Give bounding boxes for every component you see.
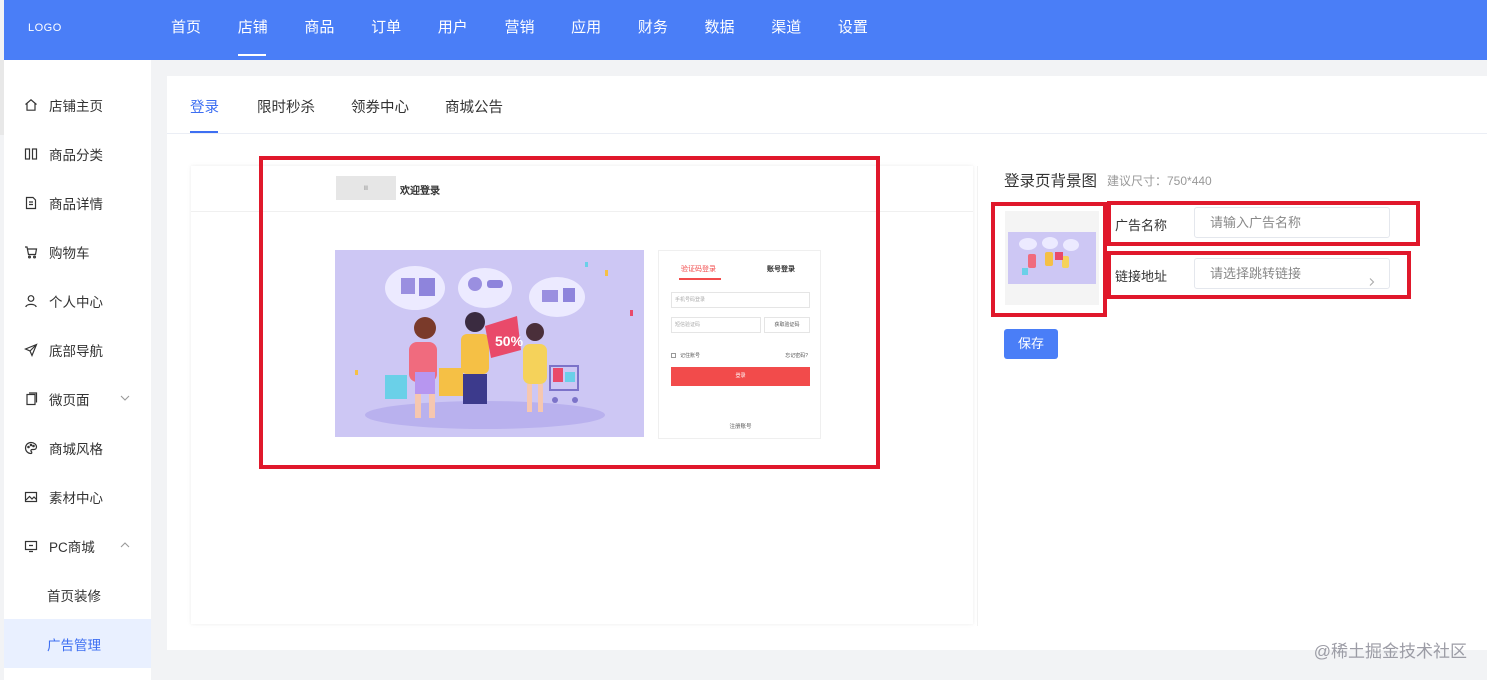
ad-name-label: 广告名称 <box>1115 218 1168 233</box>
config-title: 登录页背景图 <box>1004 173 1098 190</box>
sidebar-item-cart[interactable]: 购物车 <box>4 227 151 276</box>
logo: LOGO <box>28 22 62 34</box>
preview-forgot-link[interactable]: 忘记密码? <box>785 352 808 359</box>
panel-divider <box>977 166 978 626</box>
sidebar: 店铺主页 商品分类 商品详情 购物车 个人中心 底部导航 微页面 商城风格 素材… <box>4 60 151 680</box>
preview-tab-sms-login[interactable]: 验证码登录 <box>681 264 716 274</box>
sale-badge-text: 50% <box>495 333 524 349</box>
tab-bar: 登录 限时秒杀 领券中心 商城公告 <box>167 76 1487 134</box>
cart-icon <box>24 245 38 259</box>
watermark: @稀土掘金技术社区 <box>1313 642 1467 661</box>
nav-finance[interactable]: 财务 <box>638 0 705 60</box>
sidebar-item-label: PC商城 <box>49 539 95 555</box>
login-background-illustration[interactable]: 50% <box>335 250 644 437</box>
main-nav: 首页 店铺 商品 订单 用户 营销 应用 财务 数据 渠道 设置 <box>171 0 905 60</box>
save-button[interactable]: 保存 <box>1004 329 1058 359</box>
sidebar-item-label: 个人中心 <box>49 294 103 310</box>
chevron-up-icon[interactable] <box>119 539 131 551</box>
preview-logo-placeholder: Ⅲ <box>336 176 396 200</box>
document-icon <box>24 196 38 210</box>
background-thumbnail[interactable] <box>1005 211 1099 305</box>
sidebar-item-label: 微页面 <box>49 392 90 408</box>
sidebar-item-pc-mall[interactable]: PC商城 <box>4 521 151 570</box>
image-icon <box>24 490 38 504</box>
palette-icon <box>24 441 38 455</box>
sidebar-subitem-home-decoration[interactable]: 首页装修 <box>4 570 151 619</box>
nav-home[interactable]: 首页 <box>171 0 238 60</box>
preview-remember-checkbox[interactable]: 记住账号 <box>671 352 700 359</box>
sidebar-item-goods-detail[interactable]: 商品详情 <box>4 178 151 227</box>
sidebar-item-label: 商品详情 <box>49 196 103 212</box>
home-icon <box>24 98 38 112</box>
sidebar-item-label: 商城风格 <box>49 441 103 457</box>
columns-icon <box>24 147 38 161</box>
ad-name-input[interactable]: 请输入广告名称 <box>1194 207 1390 238</box>
preview-welcome-text: 欢迎登录 <box>400 186 440 197</box>
link-select-placeholder: 请选择跳转链接 <box>1210 266 1302 281</box>
login-page-preview: Ⅲ 欢迎登录 50% 验证码登录 账号登录 手机号码登录 短信验证码 获取验证码… <box>191 166 973 624</box>
chevron-down-icon[interactable] <box>119 392 131 404</box>
top-navbar: LOGO 首页 店铺 商品 订单 用户 营销 应用 财务 数据 渠道 设置 <box>4 0 1487 60</box>
remember-label: 记住账号 <box>680 353 701 359</box>
preview-register-link[interactable]: 注册账号 <box>659 422 822 430</box>
tab-mall-notice[interactable]: 商城公告 <box>445 96 503 117</box>
tab-flash-sale[interactable]: 限时秒杀 <box>257 96 315 117</box>
link-select[interactable]: 请选择跳转链接 <box>1194 258 1390 289</box>
link-address-label: 链接地址 <box>1115 269 1168 284</box>
nav-channels[interactable]: 渠道 <box>771 0 838 60</box>
pages-icon <box>24 391 38 406</box>
chevron-right-icon <box>1367 268 1377 286</box>
send-icon <box>24 342 38 357</box>
preview-get-code-button[interactable]: 获取验证码 <box>764 317 810 333</box>
nav-apps[interactable]: 应用 <box>571 0 638 60</box>
config-size-hint: 建议尺寸：750*440 <box>1107 174 1212 188</box>
sidebar-item-label: 商品分类 <box>49 147 103 163</box>
preview-login-button[interactable]: 登录 <box>671 367 810 386</box>
nav-goods[interactable]: 商品 <box>304 0 371 60</box>
sidebar-item-mall-style[interactable]: 商城风格 <box>4 423 151 472</box>
preview-header: Ⅲ 欢迎登录 <box>191 166 973 212</box>
thumbnail-image <box>1008 232 1096 284</box>
sidebar-item-bottom-nav[interactable]: 底部导航 <box>4 325 151 374</box>
preview-tab-indicator <box>679 278 721 280</box>
sidebar-subitem-ad-management[interactable]: 广告管理 <box>4 619 151 668</box>
nav-marketing[interactable]: 营销 <box>504 0 571 60</box>
preview-phone-input[interactable]: 手机号码登录 <box>671 292 810 308</box>
tab-coupon-center[interactable]: 领券中心 <box>351 96 409 117</box>
preview-tab-account-login[interactable]: 账号登录 <box>767 264 795 274</box>
sidebar-item-store-home[interactable]: 店铺主页 <box>4 80 151 129</box>
tab-login[interactable]: 登录 <box>190 96 219 117</box>
user-icon <box>24 294 38 308</box>
sidebar-item-label: 素材中心 <box>49 490 103 506</box>
active-tab-indicator <box>190 131 218 133</box>
checkbox-icon <box>671 353 676 359</box>
sidebar-item-goods-category[interactable]: 商品分类 <box>4 129 151 178</box>
nav-data[interactable]: 数据 <box>705 0 772 60</box>
preview-code-input[interactable]: 短信验证码 <box>671 317 761 333</box>
sidebar-item-profile[interactable]: 个人中心 <box>4 276 151 325</box>
monitor-icon <box>24 539 38 553</box>
nav-store[interactable]: 店铺 <box>237 0 305 60</box>
preview-login-box: 验证码登录 账号登录 手机号码登录 短信验证码 获取验证码 记住账号 忘记密码?… <box>658 250 821 439</box>
sidebar-item-label: 购物车 <box>49 245 90 261</box>
nav-settings[interactable]: 设置 <box>838 0 905 60</box>
sidebar-item-label: 店铺主页 <box>49 98 103 114</box>
nav-users[interactable]: 用户 <box>438 0 505 60</box>
sidebar-item-label: 底部导航 <box>49 343 103 359</box>
sidebar-item-micro-page[interactable]: 微页面 <box>4 374 151 423</box>
content-card: 登录 限时秒杀 领券中心 商城公告 Ⅲ 欢迎登录 50% 验证码登录 账号登录 … <box>167 76 1487 650</box>
sidebar-item-material-center[interactable]: 素材中心 <box>4 472 151 521</box>
nav-orders[interactable]: 订单 <box>371 0 438 60</box>
